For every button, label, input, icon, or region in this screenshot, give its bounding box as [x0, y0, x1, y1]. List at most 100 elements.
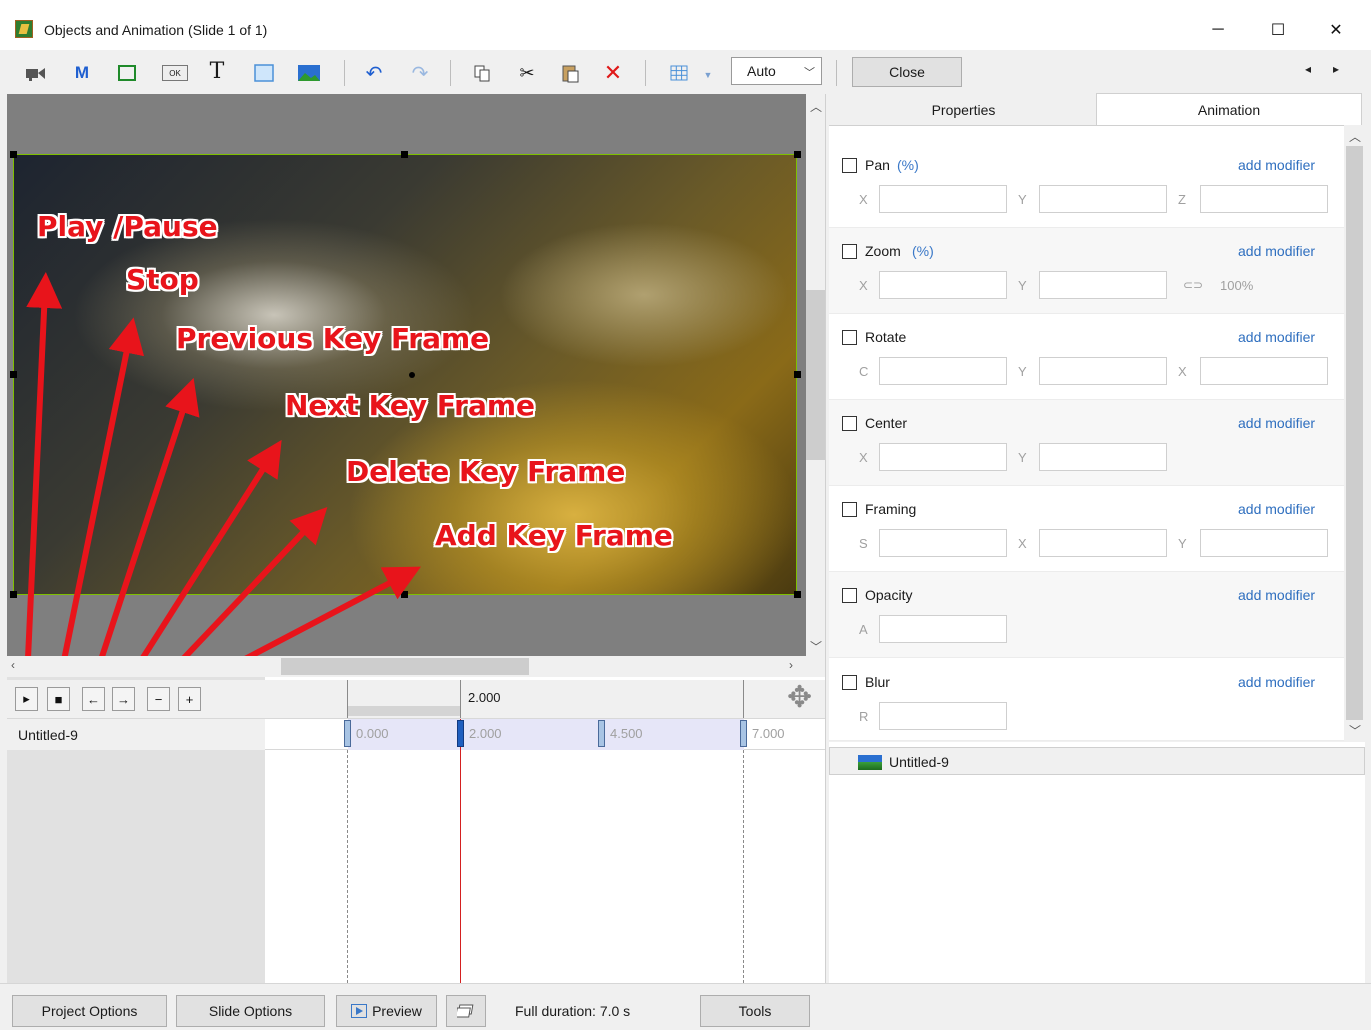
- canvas-vertical-scroll-thumb[interactable]: [806, 290, 825, 460]
- rectangle-icon[interactable]: [251, 60, 277, 86]
- zoom-checkbox[interactable]: [842, 244, 857, 259]
- stop-button[interactable]: ■: [47, 687, 70, 711]
- rotate-c-input[interactable]: [879, 357, 1007, 385]
- pan-y-input[interactable]: [1039, 185, 1167, 213]
- slides-view-button[interactable]: [446, 995, 486, 1027]
- resize-handle[interactable]: [401, 151, 408, 158]
- opacity-checkbox[interactable]: [842, 588, 857, 603]
- zoom-x-input[interactable]: [879, 271, 1007, 299]
- resize-handle[interactable]: [794, 591, 801, 598]
- center-label: Center: [865, 415, 908, 431]
- opacity-a-label: A: [859, 622, 868, 637]
- scroll-down-icon[interactable]: ﹀: [1349, 722, 1361, 739]
- blur-checkbox[interactable]: [842, 675, 857, 690]
- add-keyframe-button[interactable]: +: [178, 687, 201, 711]
- tab-animation[interactable]: Animation: [1096, 93, 1362, 125]
- grid-icon[interactable]: [667, 60, 691, 86]
- copy-icon[interactable]: [470, 60, 494, 86]
- zoom-y-input[interactable]: [1039, 271, 1167, 299]
- scroll-down-icon[interactable]: ﹀: [810, 638, 822, 655]
- resize-handle[interactable]: [10, 371, 17, 378]
- pan-x-input[interactable]: [879, 185, 1007, 213]
- framing-x-label: X: [1018, 536, 1027, 551]
- center-point[interactable]: [409, 372, 415, 378]
- rotate-x-input[interactable]: [1200, 357, 1328, 385]
- grid-dropdown-chevron-icon[interactable]: ▼: [701, 62, 715, 88]
- resize-handle[interactable]: [794, 151, 801, 158]
- rotate-checkbox[interactable]: [842, 330, 857, 345]
- opacity-a-input[interactable]: [879, 615, 1007, 643]
- cut-icon[interactable]: ✂: [515, 60, 539, 86]
- slide-canvas[interactable]: [7, 94, 806, 656]
- center-checkbox[interactable]: [842, 416, 857, 431]
- text-icon[interactable]: T: [205, 58, 229, 84]
- image-icon[interactable]: [296, 60, 322, 86]
- redo-icon[interactable]: ↷: [408, 60, 432, 86]
- resize-handle[interactable]: [401, 591, 408, 598]
- pan-checkbox[interactable]: [842, 158, 857, 173]
- scroll-left-icon[interactable]: ‹: [11, 658, 15, 672]
- previous-keyframe-button[interactable]: ←: [82, 687, 105, 711]
- resize-handle[interactable]: [10, 151, 17, 158]
- opacity-add-modifier-link[interactable]: add modifier: [1238, 587, 1315, 603]
- blur-label: Blur: [865, 674, 890, 690]
- delete-keyframe-button[interactable]: −: [147, 687, 170, 711]
- playhead[interactable]: [460, 719, 461, 983]
- scroll-right-icon[interactable]: ›: [789, 658, 793, 672]
- next-slide-icon[interactable]: ▸: [1333, 62, 1339, 76]
- center-add-modifier-link[interactable]: add modifier: [1238, 415, 1315, 431]
- ok-button-icon[interactable]: OK: [162, 65, 188, 81]
- minimize-button[interactable]: ─: [1195, 12, 1241, 48]
- scroll-up-icon[interactable]: ︿: [1349, 128, 1361, 145]
- canvas-horizontal-scroll-thumb[interactable]: [281, 658, 529, 675]
- play-pause-button[interactable]: ▸: [15, 687, 38, 711]
- toolbar-separator: [645, 60, 646, 86]
- zoom-add-modifier-link[interactable]: add modifier: [1238, 243, 1315, 259]
- center-x-input[interactable]: [879, 443, 1007, 471]
- tools-button[interactable]: Tools: [700, 995, 810, 1027]
- pan-add-modifier-link[interactable]: add modifier: [1238, 157, 1315, 173]
- keyframe[interactable]: [344, 720, 351, 747]
- pan-z-input[interactable]: [1200, 185, 1328, 213]
- center-y-label: Y: [1018, 450, 1027, 465]
- close-window-button[interactable]: ✕: [1313, 12, 1359, 48]
- maximize-button[interactable]: ☐: [1255, 12, 1301, 48]
- video-camera-icon[interactable]: [22, 60, 48, 86]
- framing-x-input[interactable]: [1039, 529, 1167, 557]
- blur-add-modifier-link[interactable]: add modifier: [1238, 674, 1315, 690]
- scroll-up-icon[interactable]: ︿: [810, 98, 822, 115]
- rotate-add-modifier-link[interactable]: add modifier: [1238, 329, 1315, 345]
- resize-handle[interactable]: [10, 591, 17, 598]
- framing-add-modifier-link[interactable]: add modifier: [1238, 501, 1315, 517]
- delete-icon[interactable]: ✕: [601, 60, 625, 86]
- framing-s-input[interactable]: [879, 529, 1007, 557]
- paste-icon[interactable]: [558, 60, 582, 86]
- annotation-stop: Stop: [126, 263, 199, 296]
- link-icon[interactable]: ⊂⊃: [1183, 278, 1203, 292]
- move-icon[interactable]: ✥: [787, 680, 812, 715]
- mask-icon[interactable]: M: [70, 60, 94, 86]
- blur-r-input[interactable]: [879, 702, 1007, 730]
- resize-handle[interactable]: [794, 371, 801, 378]
- frame-icon[interactable]: [114, 60, 140, 86]
- zoom-select[interactable]: Auto ﹀: [731, 57, 822, 85]
- project-options-button[interactable]: Project Options: [12, 995, 167, 1027]
- keyframe-label: 2.000: [469, 726, 502, 741]
- prev-slide-icon[interactable]: ◂: [1305, 62, 1311, 76]
- slide-options-button[interactable]: Slide Options: [176, 995, 325, 1027]
- next-keyframe-button[interactable]: →: [112, 687, 135, 711]
- track-duration-band[interactable]: [348, 719, 744, 750]
- framing-checkbox[interactable]: [842, 502, 857, 517]
- tab-properties[interactable]: Properties: [831, 95, 1096, 125]
- keyframe[interactable]: [598, 720, 605, 747]
- rotate-y-input[interactable]: [1039, 357, 1167, 385]
- keyframe-selected[interactable]: [457, 720, 464, 747]
- keyframe[interactable]: [740, 720, 747, 747]
- preview-button[interactable]: Preview: [336, 995, 437, 1027]
- properties-scroll-thumb[interactable]: [1346, 146, 1363, 720]
- undo-icon[interactable]: ↶: [362, 60, 386, 86]
- toolbar-separator: [450, 60, 451, 86]
- close-button[interactable]: Close: [852, 57, 962, 87]
- center-y-input[interactable]: [1039, 443, 1167, 471]
- framing-y-input[interactable]: [1200, 529, 1328, 557]
